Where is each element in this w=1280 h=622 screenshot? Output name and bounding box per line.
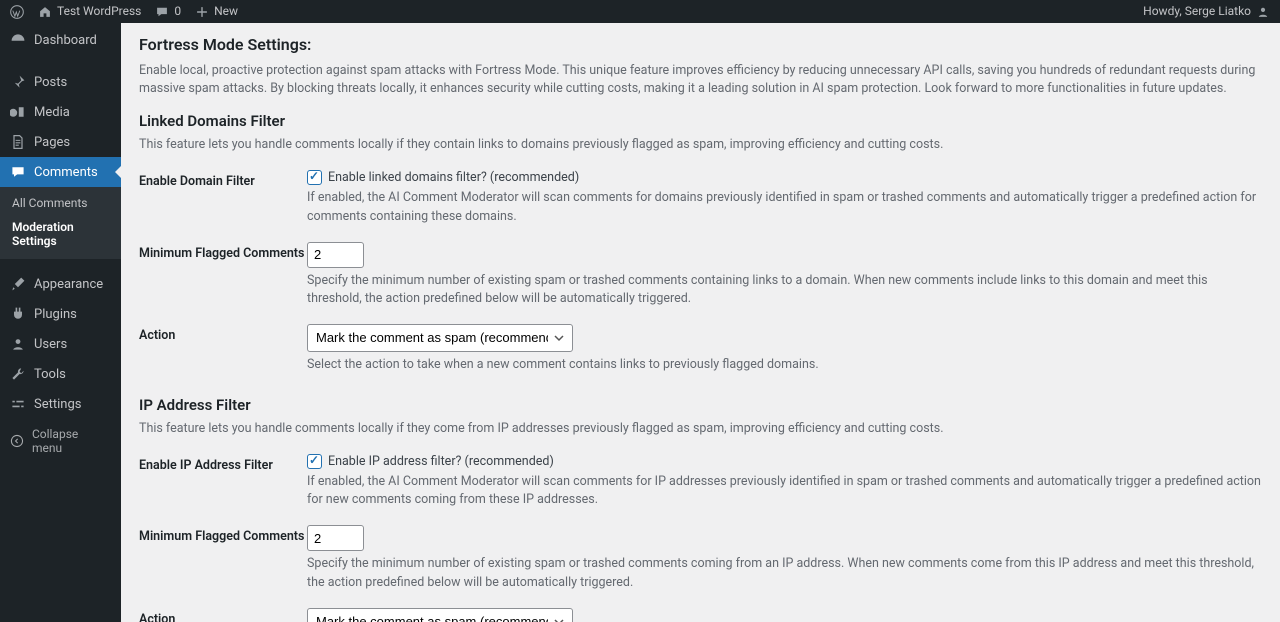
submenu-all-comments[interactable]: All Comments <box>0 191 121 215</box>
row-domain-action: Action Mark the comment as spam (recomme… <box>139 324 1262 374</box>
submenu-moderation-settings[interactable]: Moderation Settings <box>0 215 121 253</box>
domain-action-label: Action <box>139 324 307 343</box>
menu-tools[interactable]: Tools <box>0 359 121 389</box>
menu-users[interactable]: Users <box>0 329 121 359</box>
sliders-icon <box>10 396 26 412</box>
ip-enable-check-label: Enable IP address filter? (recommended) <box>328 454 554 469</box>
wordpress-icon <box>10 5 24 19</box>
collapse-label: Collapse menu <box>32 427 111 455</box>
ip-enable-checkbox[interactable] <box>307 454 322 469</box>
menu-posts-label: Posts <box>34 75 67 90</box>
howdy-link[interactable]: Howdy, Serge Liatko <box>1143 0 1270 23</box>
menu-media-label: Media <box>34 105 70 120</box>
new-label: New <box>214 0 238 23</box>
menu-posts[interactable]: Posts <box>0 67 121 97</box>
ip-enable-hint: If enabled, the AI Comment Moderator wil… <box>307 473 1262 509</box>
ip-min-label: Minimum Flagged Comments <box>139 525 307 544</box>
ip-action-select[interactable]: Mark the comment as spam (recommended) <box>307 608 573 622</box>
menu-settings[interactable]: Settings <box>0 389 121 419</box>
comments-link[interactable]: 0 <box>155 0 181 23</box>
comments-count: 0 <box>174 0 181 23</box>
site-link[interactable]: Test WordPress <box>38 0 141 23</box>
plug-icon <box>10 306 26 322</box>
dashboard-icon <box>10 32 26 48</box>
menu-comments-submenu: All Comments Moderation Settings <box>0 187 121 259</box>
menu-dashboard[interactable]: Dashboard <box>0 23 121 57</box>
domain-min-hint: Specify the minimum number of existing s… <box>307 272 1262 308</box>
ip-min-input[interactable] <box>307 525 364 551</box>
user-icon <box>10 336 26 352</box>
plus-icon <box>195 5 209 19</box>
fortress-heading: Fortress Mode Settings: <box>139 35 1262 54</box>
pin-icon <box>10 74 26 90</box>
row-domain-enable: Enable Domain Filter Enable linked domai… <box>139 170 1262 225</box>
menu-plugins-label: Plugins <box>34 307 77 322</box>
home-icon <box>38 5 52 19</box>
menu-comments-label: Comments <box>34 165 98 180</box>
wrench-icon <box>10 366 26 382</box>
page-icon <box>10 134 26 150</box>
collapse-menu[interactable]: Collapse menu <box>0 419 121 463</box>
menu-pages-label: Pages <box>34 135 70 150</box>
row-ip-min: Minimum Flagged Comments Specify the min… <box>139 525 1262 591</box>
menu-comments[interactable]: Comments <box>0 157 121 187</box>
brush-icon <box>10 276 26 292</box>
menu-appearance[interactable]: Appearance <box>0 269 121 299</box>
menu-plugins[interactable]: Plugins <box>0 299 121 329</box>
fortress-desc: Enable local, proactive protection again… <box>139 62 1262 98</box>
menu-users-label: Users <box>34 337 67 352</box>
domain-enable-check-label: Enable linked domains filter? (recommend… <box>328 170 579 185</box>
domain-enable-hint: If enabled, the AI Comment Moderator wil… <box>307 189 1262 225</box>
menu-pages[interactable]: Pages <box>0 127 121 157</box>
content-area: Fortress Mode Settings: Enable local, pr… <box>121 23 1280 622</box>
media-icon <box>10 104 26 120</box>
domain-enable-label: Enable Domain Filter <box>139 170 307 189</box>
ip-desc: This feature lets you handle comments lo… <box>139 420 1262 438</box>
avatar-icon <box>1256 5 1270 19</box>
ip-heading: IP Address Filter <box>139 396 1262 414</box>
ip-enable-label: Enable IP Address Filter <box>139 454 307 473</box>
wp-logo[interactable] <box>10 5 24 19</box>
menu-dashboard-label: Dashboard <box>34 33 97 48</box>
comment-icon <box>155 5 169 19</box>
admin-bar: Test WordPress 0 New Howdy, Serge Liatko <box>0 0 1280 23</box>
domain-enable-checkbox[interactable] <box>307 170 322 185</box>
new-link[interactable]: New <box>195 0 238 23</box>
ip-action-label: Action <box>139 608 307 622</box>
row-domain-min: Minimum Flagged Comments Specify the min… <box>139 242 1262 308</box>
domains-heading: Linked Domains Filter <box>139 112 1262 130</box>
domains-desc: This feature lets you handle comments lo… <box>139 136 1262 154</box>
domain-min-input[interactable] <box>307 242 364 268</box>
row-ip-enable: Enable IP Address Filter Enable IP addre… <box>139 454 1262 509</box>
admin-menu: Dashboard Posts Media Pages Comments All… <box>0 23 121 622</box>
howdy-text: Howdy, Serge Liatko <box>1143 0 1251 23</box>
domain-action-hint: Select the action to take when a new com… <box>307 356 1262 374</box>
menu-tools-label: Tools <box>34 367 66 382</box>
domain-action-select[interactable]: Mark the comment as spam (recommended) <box>307 324 573 352</box>
collapse-icon <box>10 434 24 448</box>
site-name: Test WordPress <box>57 0 141 23</box>
row-ip-action: Action Mark the comment as spam (recomme… <box>139 608 1262 622</box>
menu-media[interactable]: Media <box>0 97 121 127</box>
menu-settings-label: Settings <box>34 397 81 412</box>
domain-min-label: Minimum Flagged Comments <box>139 242 307 261</box>
ip-min-hint: Specify the minimum number of existing s… <box>307 555 1262 591</box>
comment-icon <box>10 164 26 180</box>
menu-appearance-label: Appearance <box>34 277 103 292</box>
